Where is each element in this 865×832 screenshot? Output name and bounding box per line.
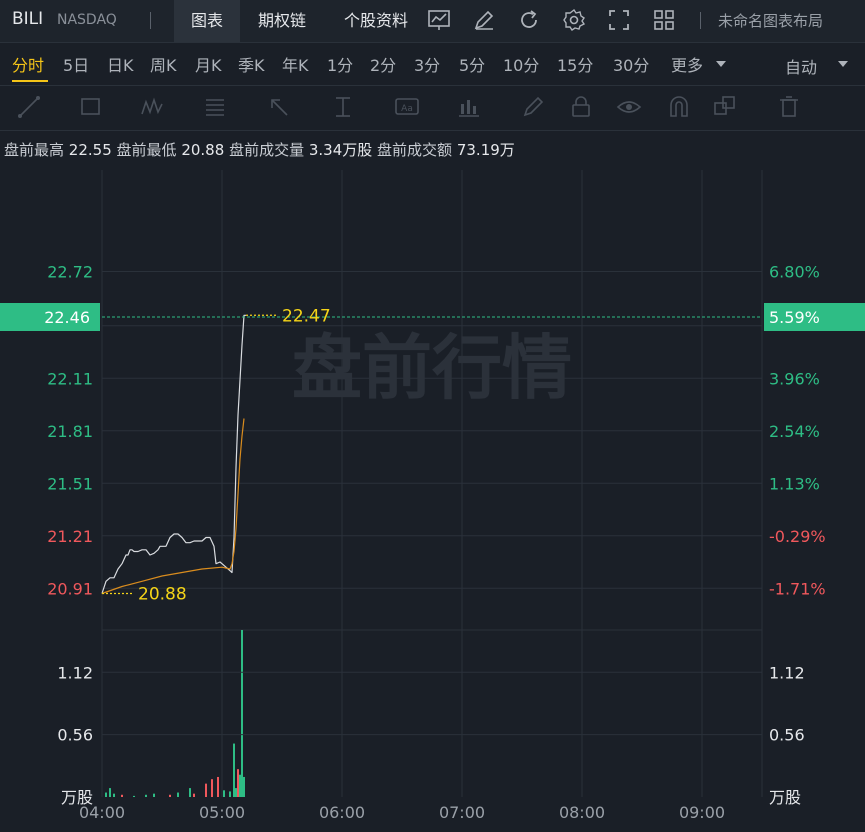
price-tick-label: 21.51 [47,474,93,493]
volume-bar [121,794,123,797]
average-price-line [101,418,245,595]
volume-bars: 1.12 1.120.56 0.56万股 万股 [57,630,805,807]
percent-tick-label: 1.13% [769,474,820,493]
volume-bar [205,783,207,797]
volume-bar [233,743,235,797]
volume-bar [229,791,231,797]
volume-bar [105,792,107,797]
volume-bar [243,776,245,797]
annotation-label: 22.47 [282,306,331,326]
price-tick-label: 22.72 [47,263,93,282]
volume-tick-label: 1.12 [769,663,805,682]
volume-bar [153,793,155,797]
volume-bar [217,776,219,797]
price-tick-label: 21.81 [47,422,93,441]
chart-watermark: 盘前行情 [292,327,572,409]
volume-bar [235,788,237,797]
volume-bar [211,779,213,797]
volume-bar [169,794,171,797]
volume-bar [189,788,191,797]
volume-bar [145,794,147,797]
volume-tick-label: 0.56 [769,726,805,745]
current-price-label: 22.46 [44,308,90,327]
percent-tick-label: 3.96% [769,369,820,388]
volume-bar [113,793,115,797]
volume-bar [237,769,239,797]
price-tick-label: 21.21 [47,527,93,546]
annotation-label: 20.88 [138,585,187,605]
time-axis: 04:00 05:00 06:00 07:00 08:00 09:00 [79,803,725,822]
volume-bar [177,792,179,797]
volume-unit-label: 万股 [769,788,801,807]
volume-bar [241,630,243,797]
time-tick-label: 05:00 [199,803,245,822]
percent-tick-label: 6.80% [769,263,820,282]
volume-bar [193,793,195,797]
time-tick-label: 07:00 [439,803,485,822]
time-tick-label: 09:00 [679,803,725,822]
price-tick-label: 22.11 [47,369,93,388]
volume-bar [133,795,135,797]
price-series [101,314,246,595]
volume-bar [223,790,225,797]
chart-grid [101,170,763,797]
volume-tick-label: 1.12 [57,663,93,682]
price-tick-label: 20.91 [47,579,93,598]
current-pct-label: 5.59% [769,308,820,327]
price-line [101,314,246,594]
time-tick-label: 04:00 [79,803,125,822]
time-tick-label: 08:00 [559,803,605,822]
volume-bar [239,774,241,797]
volume-bar [109,788,111,797]
time-tick-label: 06:00 [319,803,365,822]
percent-tick-label: -0.29% [769,527,826,546]
percent-tick-label: -1.71% [769,579,826,598]
volume-tick-label: 0.56 [57,726,93,745]
percent-tick-label: 2.54% [769,422,820,441]
price-chart[interactable]: 盘前行情 22.72 6.80% 22.11 3.96% 21.81 2.54% 21.51… [0,0,865,832]
